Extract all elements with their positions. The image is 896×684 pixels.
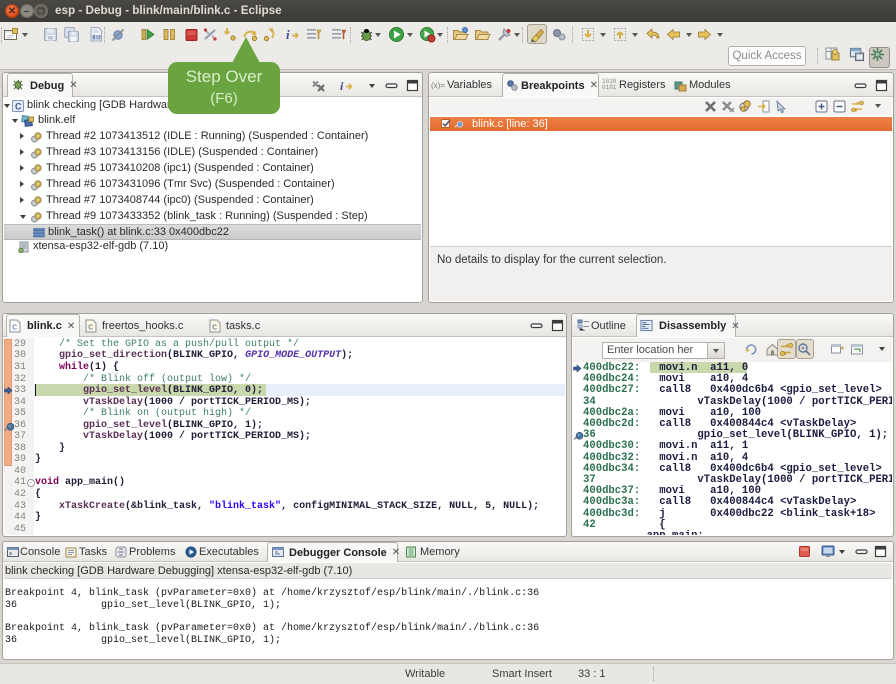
svg-text:c: c	[212, 323, 217, 333]
svg-text:C: C	[15, 102, 22, 112]
svg-text:i: i	[340, 79, 344, 93]
svg-text:c: c	[12, 323, 17, 333]
svg-text:c: c	[88, 323, 93, 333]
svg-text:i: i	[286, 27, 290, 42]
